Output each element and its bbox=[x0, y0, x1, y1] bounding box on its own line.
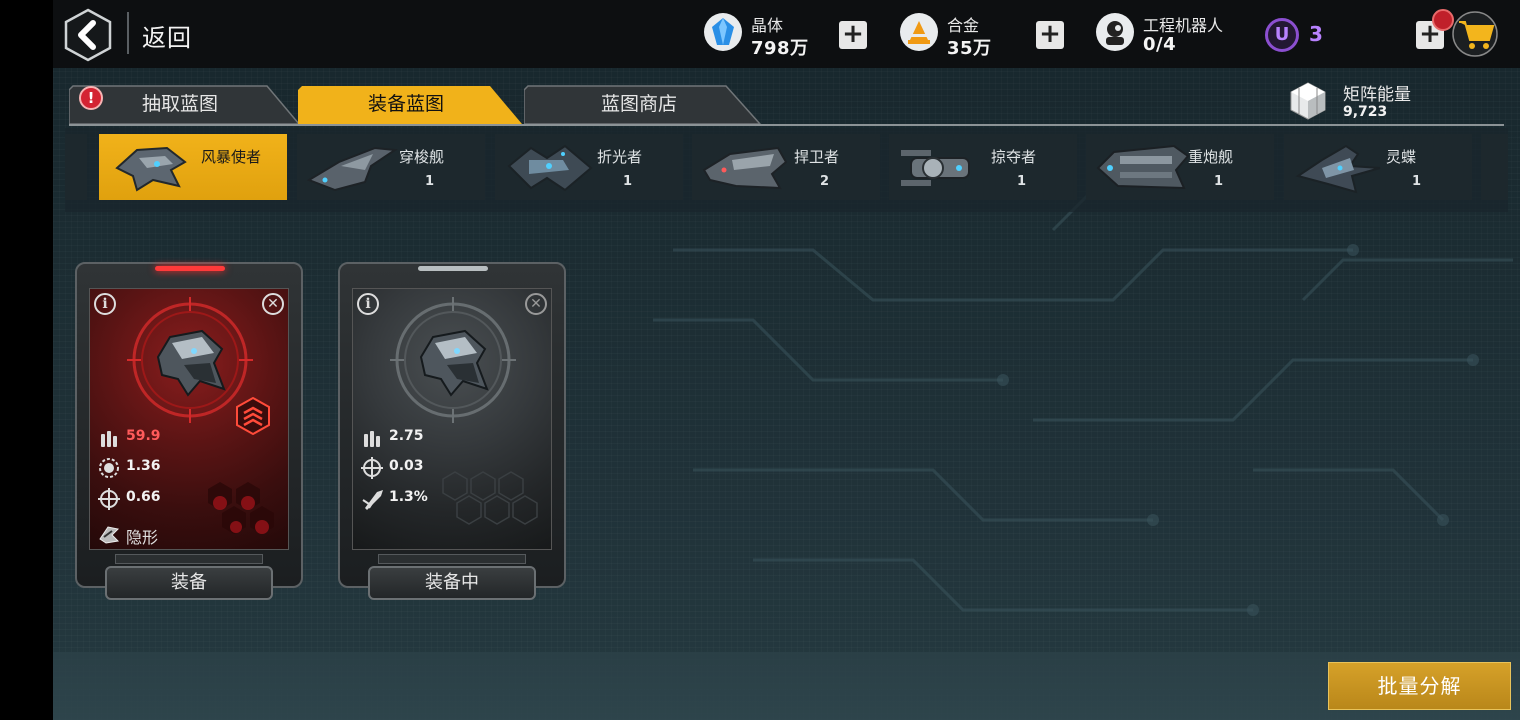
top-bar: 返回 晶体 798万 + 合金 35万 + 工程机器人 0/4 U 3 + bbox=[53, 0, 1520, 68]
stealth-icon bbox=[99, 526, 120, 544]
ship-count: 1 bbox=[425, 174, 435, 189]
tab-draw-blueprint[interactable]: 抽取蓝图 bbox=[69, 84, 301, 124]
card-inner: i ✕ 2.75 0.03 1.3% bbox=[352, 288, 552, 550]
ship-cell-heavy-gunship[interactable]: 重炮舰 1 bbox=[1086, 134, 1274, 200]
back-label[interactable]: 返回 bbox=[142, 18, 192, 53]
ship-cell-spirit-butterfly[interactable]: 灵蝶 1 bbox=[1284, 134, 1472, 200]
equipped-button[interactable]: 装备中 bbox=[368, 566, 536, 600]
button-rail bbox=[378, 554, 526, 564]
ship-cell-shuttle[interactable]: 穿梭舰 1 bbox=[297, 134, 485, 200]
robot-label: 工程机器人 bbox=[1143, 16, 1224, 35]
tab-equip-blueprint[interactable]: 装备蓝图 bbox=[298, 84, 524, 124]
ship-count: 1 bbox=[1214, 174, 1224, 189]
ship-cell-refractor[interactable]: 折光者 1 bbox=[495, 134, 683, 200]
batch-dismantle-button[interactable]: 批量分解 bbox=[1328, 662, 1511, 710]
card-top-light bbox=[418, 266, 488, 271]
tab-blueprint-shop[interactable]: 蓝图商店 bbox=[524, 84, 764, 124]
ship-heavy-gunship-icon bbox=[1096, 144, 1190, 190]
tab-equip-blueprint-label: 装备蓝图 bbox=[367, 93, 444, 115]
crosshair-icon bbox=[98, 488, 120, 510]
matrix-energy-value: 9,723 bbox=[1343, 104, 1388, 120]
bottom-band bbox=[53, 652, 1520, 720]
matrix-energy-label: 矩阵能量 bbox=[1343, 85, 1411, 105]
add-alloy-button[interactable]: + bbox=[1036, 21, 1064, 49]
crystal-icon bbox=[704, 13, 742, 51]
ammo-icon bbox=[101, 431, 117, 447]
crystal-value: 798万 bbox=[751, 38, 809, 59]
stat-value: 2.75 bbox=[389, 428, 424, 444]
ship-cell-edge bbox=[65, 134, 87, 200]
resource-robot: 工程机器人 0/4 bbox=[1095, 10, 1245, 58]
ship-name: 掠夺者 bbox=[991, 148, 1037, 166]
info-icon[interactable]: i bbox=[357, 293, 379, 315]
resource-alloy: 合金 35万 bbox=[899, 10, 1019, 59]
ship-name: 重炮舰 bbox=[1188, 148, 1234, 166]
ship-shuttle-icon bbox=[306, 146, 398, 192]
alloy-icon bbox=[900, 13, 938, 51]
ship-spirit-butterfly-icon bbox=[1295, 144, 1381, 194]
add-crystal-button[interactable]: + bbox=[839, 21, 867, 49]
shop-cart-icon[interactable] bbox=[1451, 8, 1499, 58]
close-icon[interactable]: ✕ bbox=[262, 293, 284, 315]
ship-storm-envoy-icon bbox=[156, 329, 226, 397]
tab-underline bbox=[69, 124, 1504, 126]
resource-crystal: 晶体 798万 bbox=[703, 10, 823, 59]
ship-name: 捍卫者 bbox=[794, 148, 840, 166]
blueprint-card-1[interactable]: i ✕ 59.9 1.36 0.66 隐形 装备 bbox=[75, 262, 303, 600]
stat-value: 0.66 bbox=[126, 489, 161, 505]
missile-icon bbox=[362, 490, 383, 510]
equip-button[interactable]: 装备 bbox=[105, 566, 273, 600]
alloy-label: 合金 bbox=[947, 16, 980, 35]
crosshair-icon bbox=[361, 457, 383, 479]
ship-name: 穿梭舰 bbox=[399, 148, 445, 166]
left-black-strip bbox=[0, 0, 53, 720]
stat-value: 0.03 bbox=[389, 458, 424, 474]
ship-defender-icon bbox=[702, 146, 788, 190]
back-arrow-icon[interactable] bbox=[63, 8, 113, 62]
button-rail bbox=[115, 554, 263, 564]
card-top-light bbox=[155, 266, 225, 271]
crystal-label: 晶体 bbox=[751, 16, 784, 35]
tab-draw-blueprint-label: 抽取蓝图 bbox=[141, 93, 218, 115]
cart-notification-dot bbox=[1432, 9, 1454, 31]
ship-cell-partial[interactable] bbox=[1481, 134, 1508, 200]
close-icon[interactable]: ✕ bbox=[525, 293, 547, 315]
ship-count: 1 bbox=[1412, 174, 1422, 189]
rank-chevron-icon bbox=[236, 397, 270, 435]
alloy-value: 35万 bbox=[947, 38, 992, 59]
ship-refractor-icon bbox=[507, 144, 593, 192]
fire-rate-icon bbox=[99, 458, 119, 478]
card-inner: i ✕ 59.9 1.36 0.66 隐形 bbox=[89, 288, 289, 550]
stat-value: 1.36 bbox=[126, 458, 161, 474]
tab-alert-badge: ! bbox=[79, 86, 103, 110]
stat-value: 隐形 bbox=[126, 528, 159, 547]
ship-count: 1 bbox=[623, 174, 633, 189]
ship-selector: 风暴使者 穿梭舰 1 折光者 1 捍卫者 2 掠夺者 1 重炮舰 1 灵蝶 1 bbox=[65, 128, 1508, 212]
ship-count: 2 bbox=[820, 174, 830, 189]
ship-cell-defender[interactable]: 捍卫者 2 bbox=[692, 134, 880, 200]
tab-blueprint-shop-label: 蓝图商店 bbox=[600, 93, 677, 115]
stat-value: 1.3% bbox=[389, 489, 428, 505]
u-currency-icon: U bbox=[1265, 18, 1299, 52]
ship-count: 1 bbox=[1017, 174, 1027, 189]
stat-value: 59.9 bbox=[126, 428, 161, 444]
u-currency-count: 3 bbox=[1309, 22, 1323, 46]
ship-storm-envoy-icon bbox=[115, 146, 187, 192]
ship-cell-marauder[interactable]: 掠夺者 1 bbox=[889, 134, 1077, 200]
blueprint-card-2[interactable]: i ✕ 2.75 0.03 1.3% 装备中 bbox=[338, 262, 566, 600]
ship-marauder-icon bbox=[901, 150, 970, 186]
back-separator bbox=[127, 12, 129, 54]
ammo-icon bbox=[364, 431, 380, 447]
robot-icon bbox=[1096, 13, 1134, 51]
info-icon[interactable]: i bbox=[94, 293, 116, 315]
ship-name: 灵蝶 bbox=[1386, 148, 1417, 166]
ship-storm-envoy-icon bbox=[419, 329, 489, 397]
ship-cell-storm-envoy[interactable]: 风暴使者 bbox=[99, 134, 287, 200]
ship-name: 折光者 bbox=[597, 148, 643, 166]
matrix-energy-icon bbox=[1290, 82, 1326, 120]
robot-value: 0/4 bbox=[1143, 34, 1177, 55]
ship-name: 风暴使者 bbox=[201, 148, 262, 166]
